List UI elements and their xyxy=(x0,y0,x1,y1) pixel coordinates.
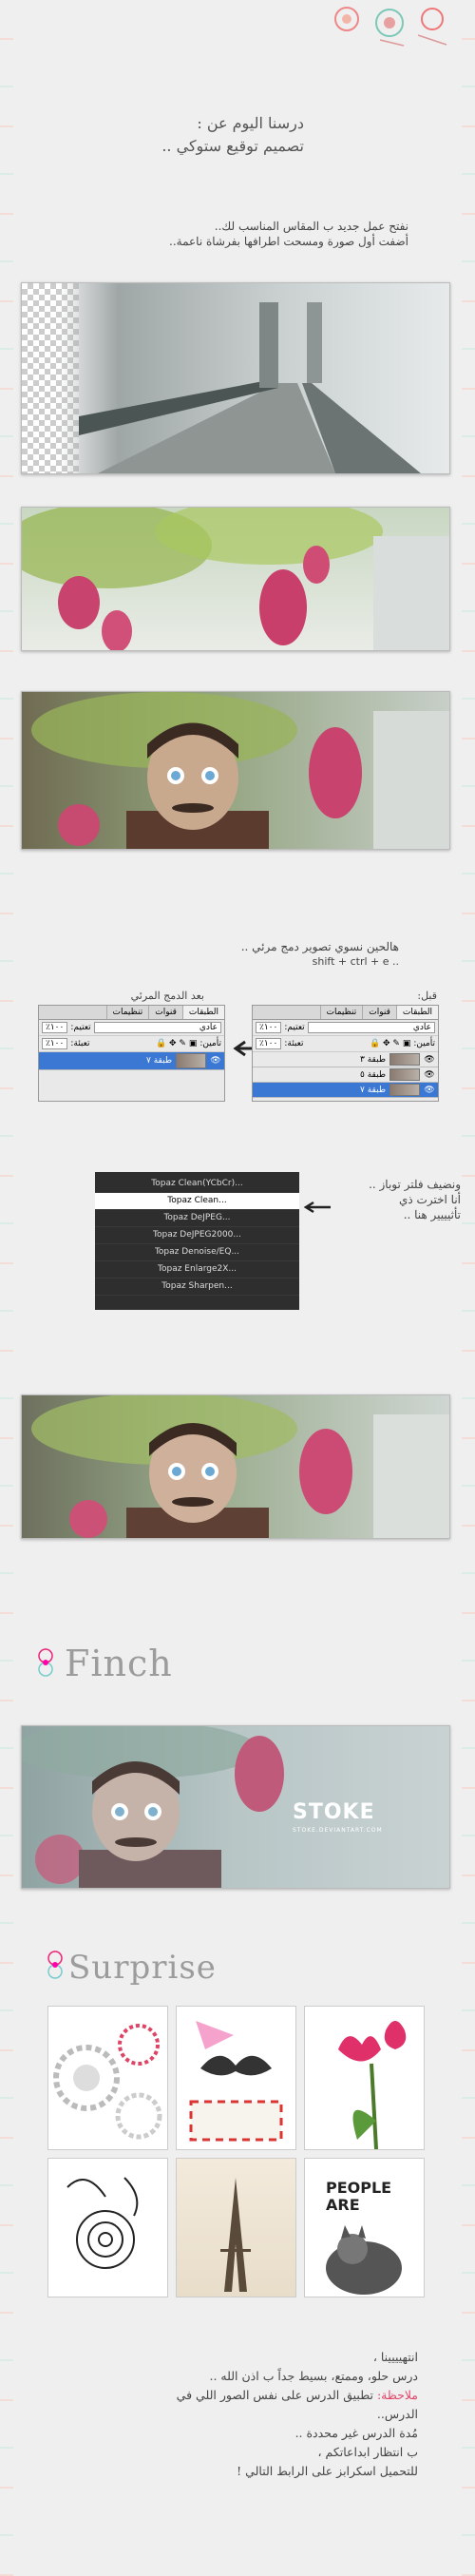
scrap-tulips xyxy=(304,2006,425,2150)
menu-item[interactable]: Topaz DeJPEG... xyxy=(95,1210,299,1227)
lock-label: تأمين: xyxy=(200,1039,221,1048)
fill-label: تعبئة: xyxy=(70,1039,90,1048)
opacity-field[interactable]: ١٠٠٪ xyxy=(256,1022,282,1033)
step1-line1: نفتح عمل جديد ب المقاس المناسب لك.. xyxy=(214,220,408,233)
layer-row[interactable]: 👁 طبقة ٥ xyxy=(253,1067,438,1083)
layer-thumbnail xyxy=(390,1053,420,1066)
tab-channels[interactable]: قنوات xyxy=(148,1006,182,1019)
tab-channels[interactable]: قنوات xyxy=(362,1006,396,1019)
menu-item[interactable]: Topaz Sharpen... xyxy=(95,1278,299,1296)
layer-name: طبقة ٧ xyxy=(360,1085,386,1095)
step1-text: نفتح عمل جديد ب المقاس المناسب لك.. أضفت… xyxy=(57,219,408,249)
tab-layers[interactable]: الطبقات xyxy=(181,1006,224,1019)
stoke-url: STOKE.DEVIANTART.COM xyxy=(293,1827,383,1834)
scrap-mustache xyxy=(176,2006,296,2150)
fill-field[interactable]: ١٠٠٪ xyxy=(256,1038,282,1049)
blend-mode-select[interactable]: عادي xyxy=(307,1022,435,1033)
outro-note: ملاحظة: تطبيق الدرس على نفس الصور اللي ف… xyxy=(28,2386,418,2405)
surprise-title: Surprise xyxy=(68,1949,217,1987)
layer-row[interactable]: 👁 طبقة ٣ xyxy=(253,1052,438,1067)
step2-shortcut: shift + ctrl + e .. xyxy=(312,955,399,968)
eye-icon[interactable]: 👁 xyxy=(424,1085,435,1096)
flower-icon xyxy=(38,1648,53,1677)
tab-layers[interactable]: الطبقات xyxy=(395,1006,438,1019)
layer-name: طبقة ٥ xyxy=(360,1069,386,1080)
menu-item[interactable]: Topaz DeJPEG2000... xyxy=(95,1227,299,1244)
lock-row: تأمين: ▣ ✎ ✥ 🔒 تعبئة: ١٠٠٪ xyxy=(253,1036,438,1052)
tab-paths[interactable]: تنظيمات xyxy=(105,1006,149,1019)
outro-line4: الدرس.. xyxy=(376,2407,418,2421)
note-text: تطبيق الدرس على نفس الصور اللي في xyxy=(176,2388,373,2402)
label-before: قبل: xyxy=(417,990,437,1002)
eye-icon[interactable]: 👁 xyxy=(424,1069,435,1081)
menu-item[interactable]: Topaz Enlarge2X... xyxy=(95,1261,299,1278)
opacity-label: تعتيم: xyxy=(70,1023,91,1032)
outro-line7: للتحميل اسكرابز على الرابط التالي ! xyxy=(237,2464,418,2478)
topaz-filter-menu: Topaz Clean(YCbCr)... Topaz Clean... Top… xyxy=(95,1172,299,1310)
opacity-field[interactable]: ١٠٠٪ xyxy=(42,1022,68,1033)
step1-line2: أضفت أول صورة ومسحت اطرافها بفرشاة ناعمة… xyxy=(169,235,408,248)
menu-item-selected[interactable]: Topaz Clean... xyxy=(95,1193,299,1210)
panel-tabs: الطبقات قنوات تنظيمات xyxy=(253,1006,438,1020)
step2-text: هالحين نسوي تصوير دمج مرئي .. shift + ct… xyxy=(114,939,399,970)
intro-title-line1: درسنا اليوم عن : xyxy=(197,114,304,132)
outro-line6: ب انتظار ابداعاتكم ، xyxy=(317,2445,419,2459)
layer-thumbnail xyxy=(176,1053,206,1068)
layer-name: طبقة ٣ xyxy=(360,1054,386,1065)
right-border-decoration xyxy=(462,0,475,2576)
blend-mode-select[interactable]: عادي xyxy=(93,1022,221,1033)
layers-panel-after: الطبقات قنوات تنظيمات عادي تعتيم: ١٠٠٪ ت… xyxy=(38,1005,225,1102)
outro-line5: مُدة الدرس غير محددة .. xyxy=(294,2426,418,2440)
boy-filtered-image xyxy=(21,1394,450,1539)
bridge-image xyxy=(21,282,450,474)
note-label: ملاحظة: xyxy=(376,2388,418,2402)
outro-line2: درس حلو، وممتع، بسيط جداً ب اذن الله .. xyxy=(209,2369,418,2383)
boy-image xyxy=(21,691,450,850)
layer-thumbnail xyxy=(390,1084,420,1096)
panel-tabs: الطبقات قنوات تنظيمات xyxy=(39,1006,224,1020)
eye-icon[interactable]: 👁 xyxy=(424,1054,435,1066)
eye-icon[interactable]: 👁 xyxy=(210,1055,221,1067)
intro-title: درسنا اليوم عن : تصميم توقيع ستوكي .. xyxy=(57,112,304,158)
flower-icon xyxy=(48,1951,63,1979)
label-after: بعد الدمج المرئي xyxy=(130,990,204,1002)
step2-line1: هالحين نسوي تصوير دمج مرئي .. xyxy=(240,940,399,953)
fill-field[interactable]: ١٠٠٪ xyxy=(42,1038,68,1049)
lock-icons[interactable]: ▣ ✎ ✥ 🔒 xyxy=(156,1039,197,1048)
layer-row[interactable]: 👁 طبقة ٧ xyxy=(39,1052,224,1070)
layer-row[interactable]: 👁 طبقة ٧ xyxy=(253,1083,438,1098)
scrap-eiffel xyxy=(176,2158,296,2297)
finch-signature-image: STOKE STOKE.DEVIANTART.COM xyxy=(21,1725,450,1889)
scrap-people-cat: PEOPLE ARE xyxy=(304,2158,425,2297)
lock-icons[interactable]: ▣ ✎ ✥ 🔒 xyxy=(370,1039,410,1048)
step3-line3: تأثيييير هنا .. xyxy=(403,1208,461,1221)
left-border-decoration xyxy=(0,0,13,2576)
top-ornament xyxy=(334,7,447,47)
stoke-wordmark: STOKE xyxy=(293,1800,375,1824)
opacity-label: تعتيم: xyxy=(284,1023,305,1032)
lock-row: تأمين: ▣ ✎ ✥ 🔒 تعبئة: ١٠٠٪ xyxy=(39,1036,224,1052)
finch-title: Finch xyxy=(65,1643,173,1684)
blend-row: عادي تعتيم: ١٠٠٪ xyxy=(253,1020,438,1036)
menu-item[interactable]: Topaz Clean(YCbCr)... xyxy=(95,1176,299,1193)
outro-line1: انتهيييينا ، xyxy=(372,2350,418,2364)
scrap-rose-drawing xyxy=(48,2158,168,2297)
blend-row: عادي تعتيم: ١٠٠٪ xyxy=(39,1020,224,1036)
layer-thumbnail xyxy=(390,1068,420,1081)
tab-paths[interactable]: تنظيمات xyxy=(319,1006,363,1019)
flowers-image xyxy=(21,507,450,651)
step3-text: ونضيف فلتر توباز .. أنا اخترت ذي تأثيييي… xyxy=(314,1177,461,1222)
step3-line1: ونضيف فلتر توباز .. xyxy=(369,1178,461,1191)
intro-title-line2: تصميم توقيع ستوكي .. xyxy=(162,137,304,155)
fill-label: تعبئة: xyxy=(284,1039,304,1048)
layers-panel-before: الطبقات قنوات تنظيمات عادي تعتيم: ١٠٠٪ ت… xyxy=(252,1005,439,1102)
layer-name: طبقة ٧ xyxy=(146,1056,172,1066)
lock-label: تأمين: xyxy=(413,1039,435,1048)
scrap-ornament xyxy=(48,2006,168,2150)
outro-text: انتهيييينا ، درس حلو، وممتع، بسيط جداً ب… xyxy=(28,2348,418,2481)
step3-line2: أنا اخترت ذي xyxy=(399,1193,461,1206)
menu-item[interactable]: Topaz Denoise/EQ... xyxy=(95,1244,299,1261)
